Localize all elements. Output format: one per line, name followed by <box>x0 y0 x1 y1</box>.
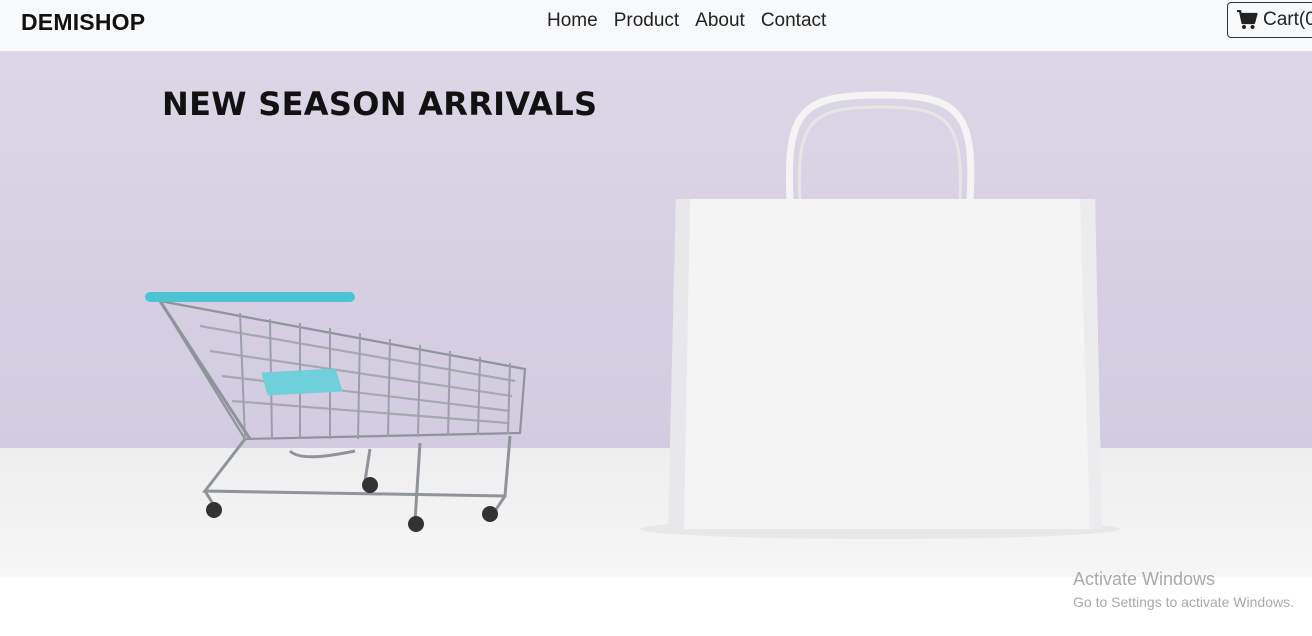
nav-link-home[interactable]: Home <box>539 10 606 32</box>
cart-wheels <box>206 477 498 532</box>
windows-activation-watermark: Activate Windows Go to Settings to activ… <box>1073 569 1294 610</box>
nav-link-contact[interactable]: Contact <box>753 10 834 32</box>
nav-link-about[interactable]: About <box>687 10 753 32</box>
hero-banner: NEW SEASON ARRIVALS <box>0 51 1312 577</box>
hero-illustration <box>145 91 1120 539</box>
shopping-cart-icon <box>1237 10 1258 29</box>
cart-label: Cart(0) <box>1263 9 1312 30</box>
hero-title: NEW SEASON ARRIVALS <box>162 85 598 123</box>
watermark-subtitle: Go to Settings to activate Windows. <box>1073 594 1294 610</box>
cart-button[interactable]: Cart(0) <box>1227 2 1312 38</box>
navbar: DEMISHOP Home Product About Contact Cart… <box>0 0 1312 51</box>
brand-logo[interactable]: DEMISHOP <box>21 9 145 36</box>
watermark-title: Activate Windows <box>1073 569 1216 589</box>
nav-link-product[interactable]: Product <box>606 10 687 32</box>
shopping-bag-image <box>640 91 1120 539</box>
shopping-cart-image <box>145 292 527 522</box>
nav-links: Home Product About Contact <box>539 10 834 32</box>
